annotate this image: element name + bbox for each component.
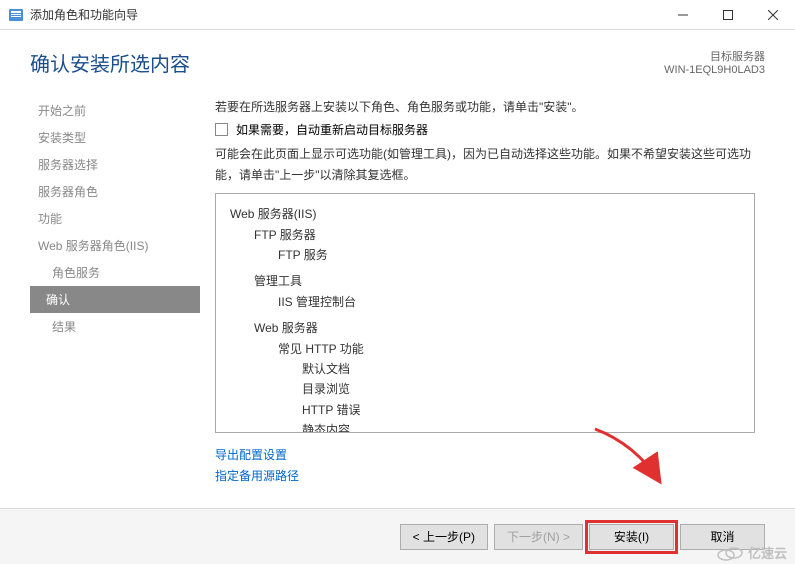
page-header: 确认安装所选内容 目标服务器 WIN-1EQL9H0LAD3	[0, 30, 795, 87]
target-server-info: 目标服务器 WIN-1EQL9H0LAD3	[664, 48, 765, 76]
previous-button[interactable]: < 上一步(P)	[400, 524, 488, 550]
nav-server-roles[interactable]: 服务器角色	[30, 178, 200, 205]
page-title: 确认安装所选内容	[30, 48, 190, 77]
selections-tree[interactable]: Web 服务器(IIS) FTP 服务器 FTP 服务 管理工具 IIS 管理控…	[215, 193, 755, 433]
alt-source-path-link[interactable]: 指定备用源路径	[215, 466, 755, 486]
tree-item: FTP 服务器	[230, 225, 740, 245]
auto-restart-checkbox[interactable]	[215, 123, 228, 136]
tree-item: FTP 服务	[230, 245, 740, 265]
tree-item: 静态内容	[230, 420, 740, 433]
auto-restart-row[interactable]: 如果需要，自动重新启动目标服务器	[215, 121, 755, 138]
titlebar-title: 添加角色和功能向导	[30, 6, 660, 23]
titlebar: 添加角色和功能向导	[0, 0, 795, 30]
nav-features[interactable]: 功能	[30, 205, 200, 232]
nav-server-selection[interactable]: 服务器选择	[30, 151, 200, 178]
target-label: 目标服务器	[664, 48, 765, 64]
nav-before-begin[interactable]: 开始之前	[30, 97, 200, 124]
wizard-nav: 开始之前 安装类型 服务器选择 服务器角色 功能 Web 服务器角色(IIS) …	[30, 87, 200, 487]
sub-description: 可能会在此页面上显示可选功能(如管理工具)，因为已自动选择这些功能。如果不希望安…	[215, 144, 755, 185]
watermark-text: 亿速云	[748, 543, 787, 562]
main-description: 若要在所选服务器上安装以下角色、角色服务或功能，请单击"安装"。	[215, 97, 755, 117]
nav-confirmation[interactable]: 确认	[30, 286, 200, 313]
watermark: 亿速云	[716, 543, 787, 562]
main-panel: 若要在所选服务器上安装以下角色、角色服务或功能，请单击"安装"。 如果需要，自动…	[200, 87, 795, 487]
close-button[interactable]	[750, 0, 795, 30]
tree-item: IIS 管理控制台	[230, 292, 740, 312]
next-button: 下一步(N) >	[494, 524, 583, 550]
export-config-link[interactable]: 导出配置设置	[215, 445, 755, 465]
tree-item: 默认文档	[230, 359, 740, 379]
maximize-button[interactable]	[705, 0, 750, 30]
tree-item: 常见 HTTP 功能	[230, 339, 740, 359]
minimize-button[interactable]	[660, 0, 705, 30]
target-server-name: WIN-1EQL9H0LAD3	[664, 64, 765, 76]
tree-item: Web 服务器	[230, 318, 740, 338]
tree-item: Web 服务器(IIS)	[230, 204, 740, 224]
tree-item: 目录浏览	[230, 379, 740, 399]
nav-install-type[interactable]: 安装类型	[30, 124, 200, 151]
auto-restart-label: 如果需要，自动重新启动目标服务器	[236, 121, 428, 138]
tree-item: 管理工具	[230, 271, 740, 291]
app-icon	[8, 7, 24, 23]
install-button[interactable]: 安装(I)	[589, 524, 674, 550]
nav-role-services[interactable]: 角色服务	[30, 259, 200, 286]
wizard-footer: < 上一步(P) 下一步(N) > 安装(I) 取消	[0, 508, 795, 564]
titlebar-controls	[660, 0, 795, 30]
links-area: 导出配置设置 指定备用源路径	[215, 445, 755, 486]
content-area: 开始之前 安装类型 服务器选择 服务器角色 功能 Web 服务器角色(IIS) …	[0, 87, 795, 487]
nav-web-server-iis[interactable]: Web 服务器角色(IIS)	[30, 232, 200, 259]
nav-results: 结果	[30, 313, 200, 340]
tree-item: HTTP 错误	[230, 400, 740, 420]
